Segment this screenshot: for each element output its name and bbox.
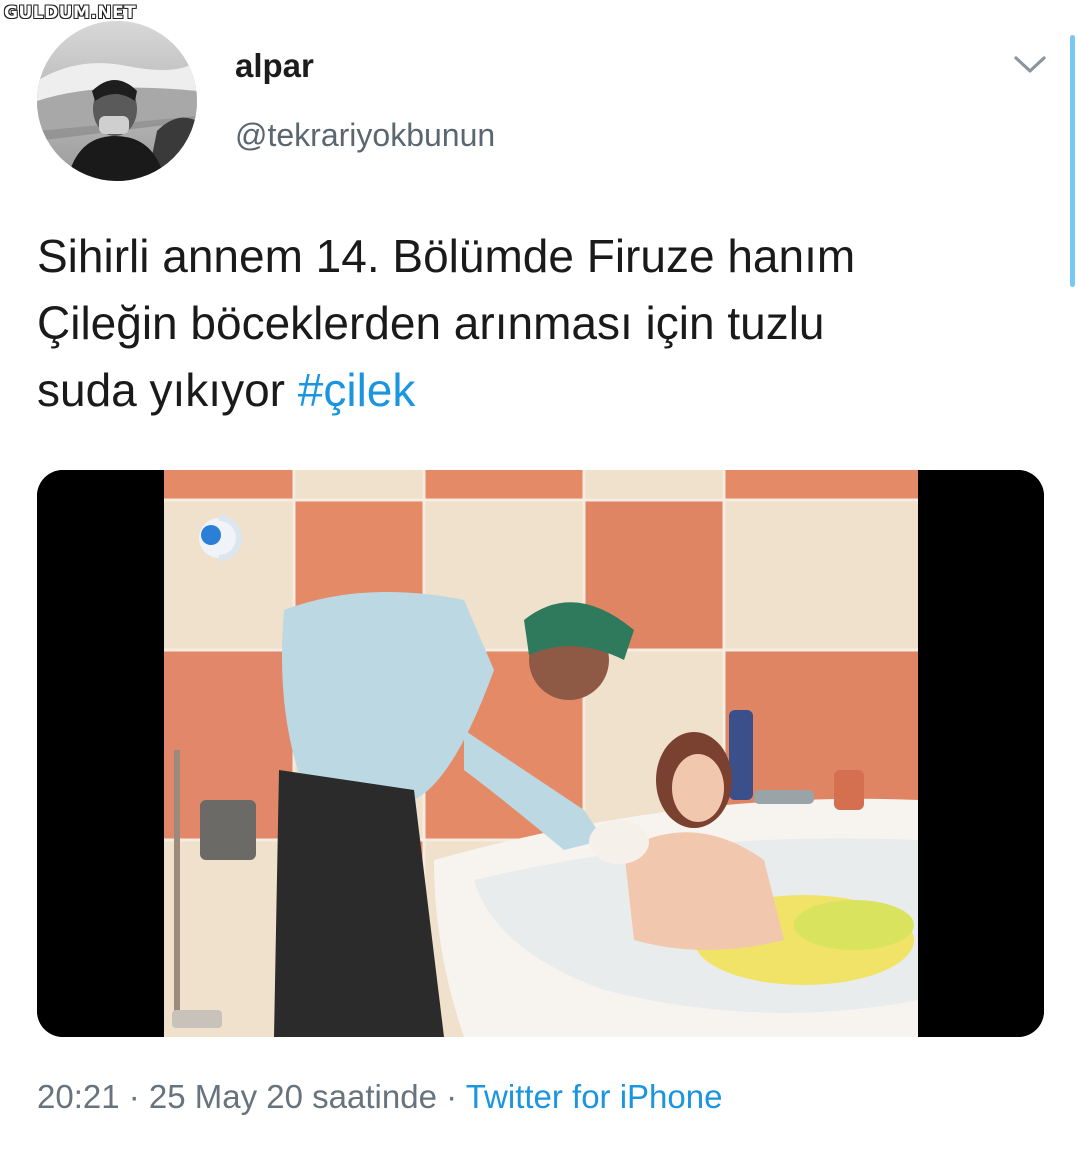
meta-separator-1: ·	[119, 1078, 149, 1115]
meta-separator-2: ·	[436, 1078, 466, 1115]
avatar-image	[37, 21, 197, 181]
avatar[interactable]	[37, 21, 197, 181]
user-handle[interactable]: @tekrariyokbunun	[235, 117, 495, 154]
tweet-text: Sihirli annem 14. Bölümde Firuze hanım Ç…	[37, 223, 1037, 424]
video-frame	[37, 470, 1044, 1037]
chevron-down-icon[interactable]	[1012, 50, 1048, 78]
tweet-screenshot: GULDUM.NET alpar @tekrariyokbunun Sihirl…	[0, 0, 1079, 1153]
tweet-time[interactable]: 20:21	[37, 1078, 120, 1115]
display-name[interactable]: alpar	[235, 47, 314, 85]
tweet-text-line-3-text: suda yıkıyor	[37, 364, 298, 416]
tweet-text-line-1: Sihirli annem 14. Bölümde Firuze hanım	[37, 230, 856, 282]
kanal-d-logo	[199, 515, 242, 561]
tweet-source-link[interactable]: Twitter for iPhone	[466, 1078, 723, 1115]
tweet-text-line-2: Çileğin böceklerden arınması için tuzlu	[37, 297, 825, 349]
tweet-text-line-3: suda yıkıyor #çilek	[37, 357, 1037, 424]
watermark-logo: GULDUM.NET	[3, 2, 137, 23]
scrollbar[interactable]	[1070, 35, 1075, 287]
hashtag-link[interactable]: #çilek	[298, 364, 416, 416]
tweet-date[interactable]: 25 May 20 saatinde	[149, 1078, 437, 1115]
tweet-video-thumbnail[interactable]	[37, 470, 1044, 1037]
tweet-meta: 20:21 · 25 May 20 saatinde · Twitter for…	[37, 1078, 722, 1116]
